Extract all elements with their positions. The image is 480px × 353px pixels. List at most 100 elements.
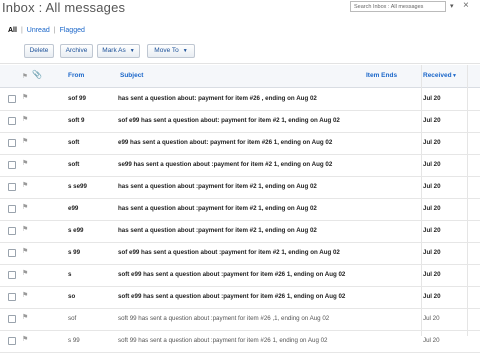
table-row[interactable]: ⚑ s 99 soft 99 has sent a question about :…: [0, 330, 480, 353]
flag-icon[interactable]: ⚑: [22, 181, 28, 189]
row-subject[interactable]: e99 has sent a question about: payment f…: [118, 139, 418, 146]
row-sender[interactable]: sof: [68, 315, 118, 322]
row-checkbox[interactable]: [8, 161, 16, 169]
attachment-column-icon[interactable]: 📎: [32, 70, 42, 79]
row-received: Jul 20: [423, 183, 441, 190]
filter-separator: |: [20, 27, 23, 34]
row-checkbox[interactable]: [8, 183, 16, 191]
row-sender[interactable]: s 99: [68, 337, 118, 344]
column-from[interactable]: From: [68, 72, 84, 79]
page-title: Inbox : All messages: [2, 0, 126, 15]
row-sender[interactable]: sof 99: [68, 95, 118, 102]
row-sender[interactable]: soft: [68, 139, 118, 146]
row-received: Jul 20: [423, 117, 441, 124]
row-received: Jul 20: [423, 337, 440, 344]
table-row[interactable]: ⚑ soft e99 has sent a question about: paym…: [0, 132, 480, 155]
flag-icon[interactable]: ⚑: [22, 159, 28, 167]
flag-icon[interactable]: ⚑: [22, 269, 28, 277]
search-input[interactable]: Search Inbox : All messages: [350, 1, 446, 12]
flag-icon[interactable]: ⚑: [22, 225, 28, 233]
row-received: Jul 20: [423, 293, 441, 300]
row-subject[interactable]: soft e99 has sent a question about :paym…: [118, 293, 418, 300]
row-checkbox[interactable]: [8, 139, 16, 147]
row-checkbox[interactable]: [8, 337, 16, 345]
row-sender[interactable]: soft: [68, 161, 118, 168]
row-received: Jul 20: [423, 205, 441, 212]
mark-as-dropdown[interactable]: Mark As ▼: [97, 44, 140, 58]
flag-icon[interactable]: ⚑: [22, 115, 28, 123]
table-row[interactable]: ⚑ sof 99 has sent a question about: paymen…: [0, 88, 480, 111]
flag-icon[interactable]: ⚑: [22, 313, 28, 321]
row-received: Jul 20: [423, 139, 441, 146]
delete-button[interactable]: Delete: [24, 44, 54, 58]
table-row[interactable]: ⚑ soft se99 has sent a question about :pay…: [0, 154, 480, 177]
chevron-down-icon: ▼: [129, 48, 135, 54]
row-subject[interactable]: sof e99 has sent a question about :payme…: [118, 249, 418, 256]
row-received: Jul 20: [423, 249, 441, 256]
flag-icon[interactable]: ⚑: [22, 335, 28, 343]
table-row[interactable]: ⚑ e99 has sent a question about :payment f…: [0, 198, 480, 221]
flag-icon[interactable]: ⚑: [22, 137, 28, 145]
flag-icon[interactable]: ⚑: [22, 203, 28, 211]
row-received: Jul 20: [423, 315, 440, 322]
row-subject[interactable]: has sent a question about :payment for i…: [118, 205, 418, 212]
row-checkbox[interactable]: [8, 117, 16, 125]
table-row[interactable]: ⚑ s soft e99 has sent a question about :pa…: [0, 264, 480, 287]
column-subject[interactable]: Subject: [120, 72, 143, 79]
table-row[interactable]: ⚑ s e99 has sent a question about :payment…: [0, 220, 480, 243]
flag-column-icon[interactable]: ⚑: [22, 72, 28, 80]
column-received[interactable]: Received: [423, 72, 452, 79]
row-checkbox[interactable]: [8, 315, 16, 323]
table-row[interactable]: ⚑ so soft e99 has sent a question about :p…: [0, 286, 480, 309]
message-list-header: ⚑ 📎 From Subject Item Ends Received ▼: [0, 65, 480, 88]
row-sender[interactable]: s se99: [68, 183, 118, 190]
toolbar-divider: [0, 63, 480, 64]
search-scope-caret-icon[interactable]: ▾: [450, 2, 454, 10]
row-sender[interactable]: s e99: [68, 227, 118, 234]
row-checkbox[interactable]: [8, 95, 16, 103]
move-to-label: Move To: [154, 47, 179, 54]
table-row[interactable]: ⚑ s 99 sof e99 has sent a question about :…: [0, 242, 480, 265]
row-received: Jul 20: [423, 271, 441, 278]
archive-button[interactable]: Archive: [60, 44, 93, 58]
row-checkbox[interactable]: [8, 271, 16, 279]
row-subject[interactable]: has sent a question about :payment for i…: [118, 183, 418, 190]
row-subject[interactable]: has sent a question about :payment for i…: [118, 227, 418, 234]
filter-all[interactable]: All: [8, 27, 17, 34]
column-item-ends[interactable]: Item Ends: [366, 72, 397, 79]
filter-bar: All | Unread | Flagged: [8, 27, 85, 34]
row-received: Jul 20: [423, 161, 441, 168]
row-checkbox[interactable]: [8, 205, 16, 213]
flag-icon[interactable]: ⚑: [22, 93, 28, 101]
row-received: Jul 20: [423, 227, 441, 234]
delete-button-label: Delete: [29, 47, 49, 54]
row-sender[interactable]: so: [68, 293, 118, 300]
row-sender[interactable]: soft 9: [68, 117, 118, 124]
flag-icon[interactable]: ⚑: [22, 291, 28, 299]
row-checkbox[interactable]: [8, 227, 16, 235]
table-row[interactable]: ⚑ sof soft 99 has sent a question about :p…: [0, 308, 480, 331]
mark-as-label: Mark As: [102, 47, 126, 54]
row-subject[interactable]: has sent a question about: payment for i…: [118, 95, 418, 102]
sort-desc-icon[interactable]: ▼: [452, 73, 457, 79]
row-sender[interactable]: s: [68, 271, 118, 278]
move-to-dropdown[interactable]: Move To ▼: [147, 44, 195, 58]
row-sender[interactable]: s 99: [68, 249, 118, 256]
row-sender[interactable]: e99: [68, 205, 118, 212]
filter-unread[interactable]: Unread: [27, 27, 50, 34]
row-subject[interactable]: soft 99 has sent a question about :payme…: [118, 315, 418, 322]
table-row[interactable]: ⚑ soft 9 sof e99 has sent a question about…: [0, 110, 480, 133]
row-checkbox[interactable]: [8, 249, 16, 257]
row-subject[interactable]: se99 has sent a question about :payment …: [118, 161, 418, 168]
close-icon[interactable]: ×: [463, 0, 469, 11]
row-received: Jul 20: [423, 95, 441, 102]
archive-button-label: Archive: [65, 47, 88, 54]
row-subject[interactable]: soft 99 has sent a question about :payme…: [118, 337, 418, 344]
row-checkbox[interactable]: [8, 293, 16, 301]
row-subject[interactable]: soft e99 has sent a question about :paym…: [118, 271, 418, 278]
row-subject[interactable]: sof e99 has sent a question about: payme…: [118, 117, 418, 124]
filter-separator: |: [53, 27, 56, 34]
flag-icon[interactable]: ⚑: [22, 247, 28, 255]
filter-flagged[interactable]: Flagged: [60, 27, 85, 34]
table-row[interactable]: ⚑ s se99 has sent a question about :paymen…: [0, 176, 480, 199]
